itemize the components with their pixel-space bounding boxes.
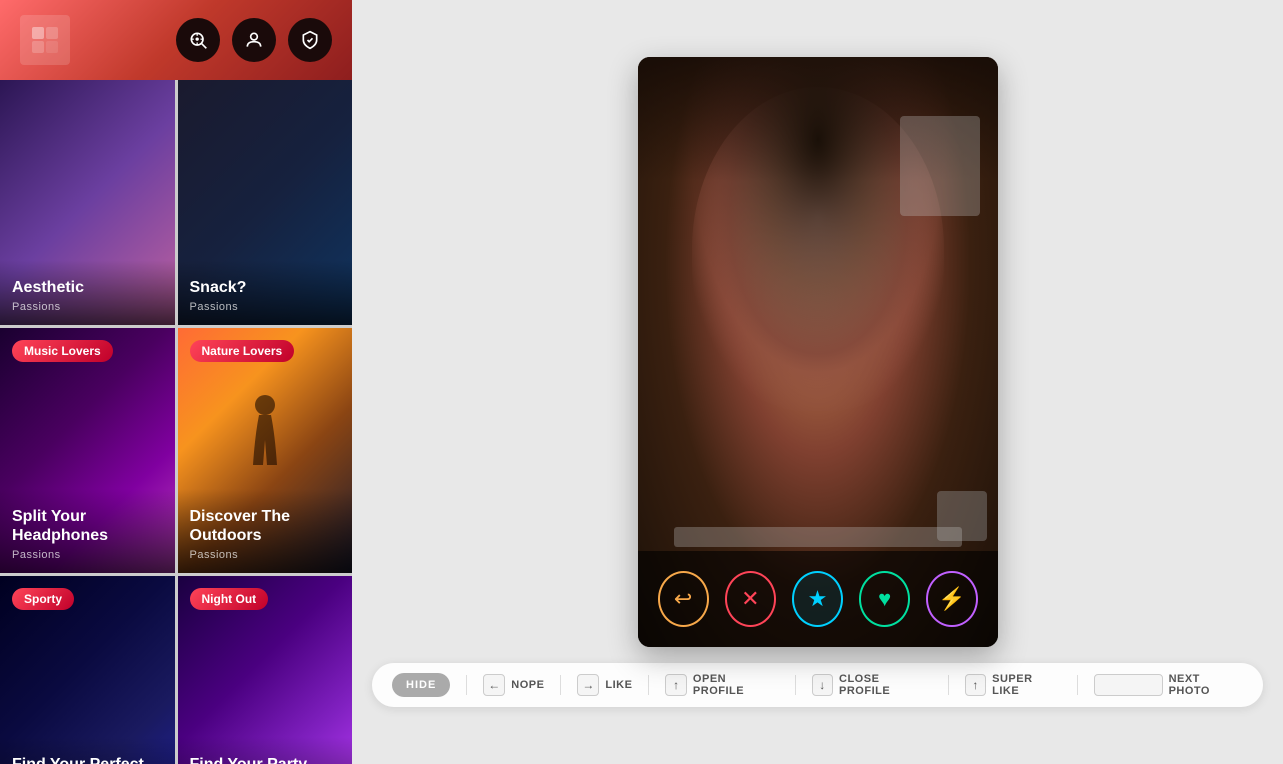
card-music[interactable]: Music Lovers Split Your Headphones Passi… bbox=[0, 328, 175, 573]
hide-button[interactable]: HIDE bbox=[392, 673, 450, 697]
explore-icon bbox=[188, 30, 208, 50]
card-nightout[interactable]: Night Out Find Your Party Partner Passio… bbox=[178, 576, 353, 764]
card-nature-subtitle: Passions bbox=[190, 549, 341, 561]
card-sporty-title: Find Your Perfect Match bbox=[12, 755, 163, 764]
card-nature-badge: Nature Lovers bbox=[190, 340, 295, 362]
rewind-button[interactable]: ↩ bbox=[658, 571, 709, 627]
card-music-title: Split Your Headphones bbox=[12, 507, 163, 545]
card-nature-badge-container: Nature Lovers bbox=[190, 340, 295, 362]
card-nightout-title: Find Your Party Partner bbox=[190, 755, 341, 764]
nature-silhouette bbox=[245, 395, 285, 475]
divider-6 bbox=[1077, 675, 1078, 695]
shortcut-close-profile-key: ↓ bbox=[812, 674, 833, 696]
shortcut-like-label: LIKE bbox=[605, 679, 632, 691]
shortcut-bar: HIDE ← NOPE → LIKE ↑ OPEN PROFILE ↓ CLOS… bbox=[372, 663, 1263, 707]
shortcut-super-like-key: ↑ bbox=[965, 674, 986, 696]
photo-overlay-right bbox=[900, 116, 980, 216]
card-nature-title: Discover The Outdoors bbox=[190, 507, 341, 545]
divider-3 bbox=[648, 675, 649, 695]
boost-button[interactable]: ⚡ bbox=[926, 571, 977, 627]
card-nature-content: Discover The Outdoors Passions bbox=[178, 489, 353, 573]
divider-1 bbox=[466, 675, 467, 695]
profile-name-bar bbox=[674, 527, 962, 547]
card-aesthetic-content: Aesthetic Passions bbox=[0, 260, 175, 325]
profile-card: ↩ ✕ ★ ♥ ⚡ bbox=[638, 57, 998, 647]
superlike-button[interactable]: ★ bbox=[792, 571, 843, 627]
card-snack-title: Snack? bbox=[190, 278, 341, 297]
shortcut-like[interactable]: → LIKE bbox=[577, 674, 632, 696]
divider-5 bbox=[948, 675, 949, 695]
profile-icon bbox=[244, 30, 264, 50]
card-nightout-badge-container: Night Out bbox=[190, 588, 269, 610]
shortcut-open-profile-key: ↑ bbox=[665, 674, 686, 696]
profile-button[interactable] bbox=[232, 18, 276, 62]
shortcut-super-like-label: SUPER LIKE bbox=[992, 673, 1061, 697]
shortcut-close-profile-label: CLOSE PROFILE bbox=[839, 673, 932, 697]
shortcut-super-like[interactable]: ↑ SUPER LIKE bbox=[965, 673, 1062, 697]
card-sporty-badge-container: Sporty bbox=[12, 588, 74, 610]
divider-4 bbox=[795, 675, 796, 695]
shortcut-nope[interactable]: ← NOPE bbox=[483, 674, 544, 696]
card-snack[interactable]: Snack? Passions bbox=[178, 80, 353, 325]
cards-grid: Aesthetic Passions Snack? Passions Music… bbox=[0, 80, 352, 764]
shield-icon bbox=[300, 30, 320, 50]
shortcut-close-profile[interactable]: ↓ CLOSE PROFILE bbox=[812, 673, 932, 697]
card-music-badge: Music Lovers bbox=[12, 340, 113, 362]
divider-2 bbox=[560, 675, 561, 695]
shortcut-nope-label: NOPE bbox=[511, 679, 544, 691]
shortcut-open-profile[interactable]: ↑ OPEN PROFILE bbox=[665, 673, 778, 697]
shield-button[interactable] bbox=[288, 18, 332, 62]
card-music-content: Split Your Headphones Passions bbox=[0, 489, 175, 573]
card-nature[interactable]: Nature Lovers Discover The Outdoors Pass… bbox=[178, 328, 353, 573]
shortcut-next-photo-key bbox=[1094, 674, 1162, 696]
card-music-badge-container: Music Lovers bbox=[12, 340, 113, 362]
shortcut-next-photo-label: NEXT PHOTO bbox=[1169, 673, 1243, 697]
profile-action-buttons: ↩ ✕ ★ ♥ ⚡ bbox=[638, 551, 998, 647]
right-panel: ↩ ✕ ★ ♥ ⚡ HIDE ← NOPE → LIKE ↑ OPEN PROF… bbox=[352, 0, 1283, 764]
shortcut-like-key: → bbox=[577, 674, 599, 696]
card-aesthetic-title: Aesthetic bbox=[12, 278, 163, 297]
card-sporty[interactable]: Sporty Find Your Perfect Match Passions bbox=[0, 576, 175, 764]
card-aesthetic-subtitle: Passions bbox=[12, 301, 163, 313]
profile-card-container: ↩ ✕ ★ ♥ ⚡ bbox=[638, 57, 998, 647]
shortcut-nope-key: ← bbox=[483, 674, 505, 696]
card-aesthetic[interactable]: Aesthetic Passions bbox=[0, 80, 175, 325]
card-sporty-content: Find Your Perfect Match Passions bbox=[0, 737, 175, 764]
card-music-subtitle: Passions bbox=[12, 549, 163, 561]
card-nightout-content: Find Your Party Partner Passions bbox=[178, 737, 353, 764]
card-snack-content: Snack? Passions bbox=[178, 260, 353, 325]
header-icons bbox=[176, 18, 332, 62]
card-snack-subtitle: Passions bbox=[190, 301, 341, 313]
card-nightout-badge: Night Out bbox=[190, 588, 269, 610]
header bbox=[0, 0, 352, 80]
left-panel: Aesthetic Passions Snack? Passions Music… bbox=[0, 0, 352, 764]
shortcut-open-profile-label: OPEN PROFILE bbox=[693, 673, 779, 697]
logo bbox=[20, 15, 70, 65]
explore-button[interactable] bbox=[176, 18, 220, 62]
shortcut-next-photo[interactable]: NEXT PHOTO bbox=[1094, 673, 1243, 697]
like-button[interactable]: ♥ bbox=[859, 571, 910, 627]
logo-icon bbox=[30, 25, 60, 55]
nope-button[interactable]: ✕ bbox=[725, 571, 776, 627]
card-sporty-badge: Sporty bbox=[12, 588, 74, 610]
